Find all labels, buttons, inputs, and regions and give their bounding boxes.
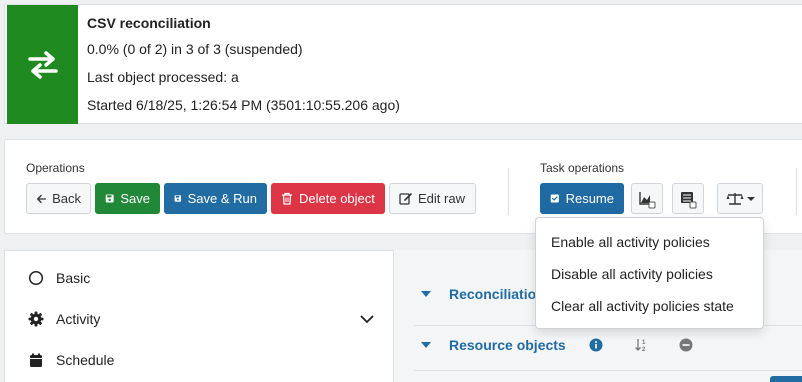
save-and-run-label: Save & Run — [187, 191, 257, 206]
task-progress: 0.0% (0 of 2) in 3 of 3 (suspended) — [87, 41, 303, 57]
task-started: Started 6/18/25, 1:26:54 PM (3501:10:55.… — [87, 97, 400, 113]
operations-divider — [508, 168, 509, 215]
sidebar-item-schedule[interactable]: Schedule — [5, 340, 393, 380]
sidebar-item-activity[interactable]: Activity — [5, 299, 393, 339]
sidebar-item-label: Basic — [56, 270, 91, 286]
svg-text:2: 2 — [642, 347, 646, 352]
trash-icon — [282, 192, 292, 205]
task-title: CSV reconciliation — [87, 15, 211, 31]
back-button[interactable]: Back — [26, 183, 91, 214]
edit-raw-button[interactable]: Edit raw — [389, 183, 476, 214]
menu-item-enable-policies[interactable]: Enable all activity policies — [536, 226, 763, 258]
back-button-label: Back — [52, 191, 81, 206]
arrow-left-icon — [37, 194, 46, 203]
swap-arrows-icon — [27, 50, 58, 79]
sidebar-item-label: Activity — [56, 311, 101, 327]
sidebar-nav: Basic Activity Schedule — [4, 250, 394, 382]
task-operations-divider — [796, 168, 797, 215]
floppy-disk-icon — [105, 194, 114, 203]
add-button[interactable] — [770, 376, 802, 382]
floppy-disk-icon — [174, 195, 182, 202]
section-reconciliation-label: Reconciliatio — [449, 286, 537, 302]
chart-area-icon — [639, 191, 656, 208]
task-type-badge — [7, 5, 78, 124]
activity-policies-dropdown-button[interactable] — [717, 183, 763, 214]
edit-raw-label: Edit raw — [418, 191, 465, 206]
sidebar-item-basic[interactable]: Basic — [5, 258, 393, 298]
chevron-down-icon[interactable] — [360, 315, 374, 324]
task-summary-card: CSV reconciliation 0.0% (0 of 2) in 3 of… — [4, 4, 802, 124]
last-object-processed: Last object processed: a — [87, 69, 239, 85]
save-button[interactable]: Save — [95, 183, 160, 214]
sort-icon[interactable]: 12 — [634, 338, 650, 352]
caret-down-icon — [421, 342, 431, 348]
save-button-label: Save — [120, 191, 150, 206]
svg-text:1: 1 — [642, 340, 646, 346]
info-icon[interactable] — [589, 338, 603, 352]
operations-label: Operations — [26, 161, 85, 175]
minus-circle-icon[interactable] — [679, 338, 693, 352]
check-square-icon — [550, 194, 559, 203]
task-report-button[interactable] — [672, 183, 704, 214]
menu-item-clear-policies-state[interactable]: Clear all activity policies state — [536, 290, 763, 322]
task-operations-label: Task operations — [540, 161, 625, 175]
task-statistics-button[interactable] — [631, 183, 663, 214]
balance-scale-icon — [726, 192, 743, 205]
delete-object-button[interactable]: Delete object — [271, 183, 385, 214]
section-resource-objects[interactable]: Resource objects 12 — [414, 323, 802, 367]
task-summary: CSV reconciliation 0.0% (0 of 2) in 3 of… — [87, 11, 400, 119]
gear-icon — [27, 310, 45, 328]
resume-button[interactable]: Resume — [540, 183, 624, 214]
section-resource-objects-label: Resource objects — [449, 337, 566, 353]
save-and-run-button[interactable]: Save & Run — [164, 183, 267, 214]
caret-down-icon — [746, 196, 755, 201]
activity-policies-menu: Enable all activity policies Disable all… — [535, 217, 764, 329]
edit-icon — [399, 193, 412, 205]
delete-object-label: Delete object — [299, 191, 375, 206]
circle-outline-icon — [27, 269, 45, 287]
calendar-icon — [27, 351, 45, 369]
menu-item-disable-policies[interactable]: Disable all activity policies — [536, 258, 763, 290]
resume-label: Resume — [565, 191, 614, 206]
sidebar-item-label: Schedule — [56, 352, 115, 368]
list-icon — [681, 191, 697, 208]
caret-down-icon — [421, 291, 431, 297]
section-divider — [414, 370, 802, 371]
